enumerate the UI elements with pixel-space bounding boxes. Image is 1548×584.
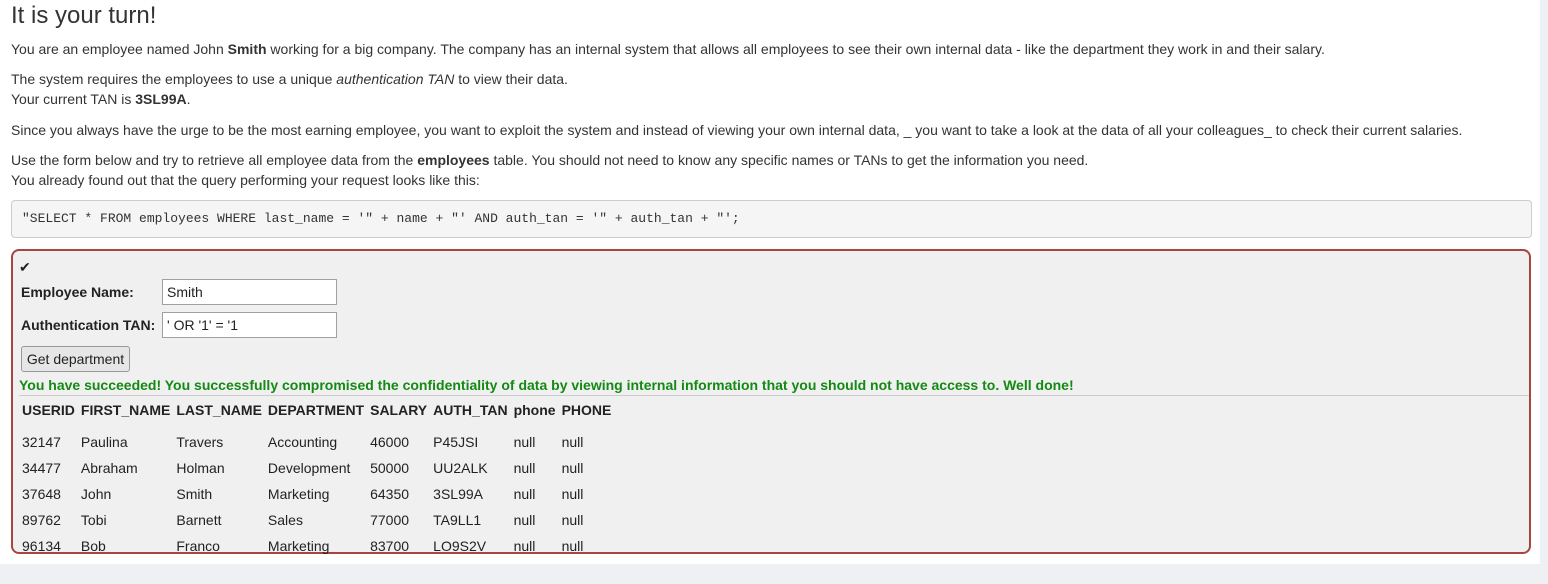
table-cell: Barnett [176, 512, 222, 528]
intro-text: The system requires the employees to use… [11, 71, 337, 87]
table-cell: null [513, 434, 536, 450]
intro-text: working for a big company. The company h… [266, 41, 1325, 57]
table-cell: null [513, 460, 536, 476]
table-cell: null [561, 486, 584, 502]
table-cell: Paulina [80, 434, 128, 450]
results-table: USERID FIRST_NAME LAST_NAME DEPARTMENT S… [19, 399, 614, 559]
table-row: 37648 John Smith Marketing 64350 3SL99A … [19, 481, 614, 507]
table-cell: Holman [176, 460, 225, 476]
table-cell: null [561, 460, 584, 476]
employee-name-highlight: Smith [227, 41, 267, 57]
table-cell: Smith [176, 486, 213, 502]
column-header: SALARY [370, 402, 428, 418]
auth-tan-input[interactable] [162, 312, 337, 338]
intro-text: You already found out that the query per… [11, 172, 480, 188]
table-cell: Abraham [80, 460, 138, 476]
table-cell: 77000 [370, 512, 410, 528]
table-cell: 3SL99A [433, 486, 483, 502]
column-header: DEPARTMENT [267, 402, 365, 418]
table-cell: null [513, 486, 536, 502]
page-title: It is your turn! [11, 2, 157, 29]
intro-paragraph-1: You are an employee named John Smith wor… [11, 39, 1325, 59]
intro-text: . [186, 91, 191, 107]
intro-text: to view their data. [454, 71, 568, 87]
intro-text: Use the form below and try to retrieve a… [11, 152, 418, 168]
table-name-highlight: employees [417, 152, 490, 168]
table-cell: 64350 [370, 486, 410, 502]
table-cell: Accounting [267, 434, 338, 450]
success-message: You have succeeded! You successfully com… [19, 377, 1074, 393]
table-cell: 83700 [370, 538, 410, 554]
column-header: USERID [22, 402, 75, 418]
divider [19, 395, 1529, 396]
checkmark-icon: ✔ [19, 259, 31, 275]
table-cell: 32147 [22, 434, 61, 450]
table-cell: 46000 [370, 434, 410, 450]
current-tan-highlight: 3SL99A [135, 91, 187, 107]
table-row: 34477 Abraham Holman Development 50000 U… [19, 455, 614, 481]
auth-tan-emphasis: authentication TAN [336, 71, 455, 87]
column-header: AUTH_TAN [433, 402, 508, 418]
table-cell: 50000 [370, 460, 410, 476]
employee-name-input[interactable] [162, 279, 337, 305]
table-row: 89762 Tobi Barnett Sales 77000 TA9LL1 nu… [19, 507, 614, 533]
table-row: 32147 Paulina Travers Accounting 46000 P… [19, 421, 614, 455]
table-cell: null [561, 434, 584, 450]
table-cell: null [561, 512, 584, 528]
table-cell: Marketing [267, 486, 330, 502]
table-cell: Marketing [267, 538, 330, 554]
auth-tan-label: Authentication TAN: [21, 317, 156, 333]
column-header: phone [513, 402, 556, 418]
table-cell: P45JSI [433, 434, 479, 450]
intro-paragraph-2: The system requires the employees to use… [11, 69, 568, 109]
table-cell: 89762 [22, 512, 61, 528]
intro-text: You are an employee named John [11, 41, 228, 57]
column-header: PHONE [561, 402, 612, 418]
table-cell: Sales [267, 512, 303, 528]
table-cell: Franco [176, 538, 220, 554]
intro-text: Your current TAN is [11, 91, 136, 107]
table-row: 96134 Bob Franco Marketing 83700 LO9S2V … [19, 533, 614, 559]
employee-name-label: Employee Name: [21, 284, 134, 300]
table-header-row: USERID FIRST_NAME LAST_NAME DEPARTMENT S… [19, 399, 614, 421]
intro-text: table. You should not need to know any s… [489, 152, 1089, 168]
table-cell: Bob [80, 538, 106, 554]
table-cell: null [513, 538, 536, 554]
table-cell: Tobi [80, 512, 107, 528]
table-cell: null [561, 538, 584, 554]
get-department-button[interactable]: Get department [21, 346, 130, 372]
intro-paragraph-4: Use the form below and try to retrieve a… [11, 150, 1088, 190]
attack-form-container: ✔ Employee Name: Authentication TAN: Get… [11, 249, 1531, 554]
table-cell: UU2ALK [433, 460, 488, 476]
sql-query-block: "SELECT * FROM employees WHERE last_name… [11, 200, 1532, 238]
table-cell: John [80, 486, 112, 502]
table-cell: Development [267, 460, 351, 476]
table-cell: TA9LL1 [433, 512, 482, 528]
intro-paragraph-3: Since you always have the urge to be the… [11, 122, 1463, 138]
table-cell: 96134 [22, 538, 61, 554]
column-header: FIRST_NAME [80, 402, 171, 418]
table-cell: LO9S2V [433, 538, 487, 554]
table-cell: null [513, 512, 536, 528]
table-cell: 37648 [22, 486, 61, 502]
page: It is your turn! You are an employee nam… [0, 0, 1540, 564]
table-cell: 34477 [22, 460, 61, 476]
table-cell: Travers [176, 434, 224, 450]
column-header: LAST_NAME [176, 402, 262, 418]
